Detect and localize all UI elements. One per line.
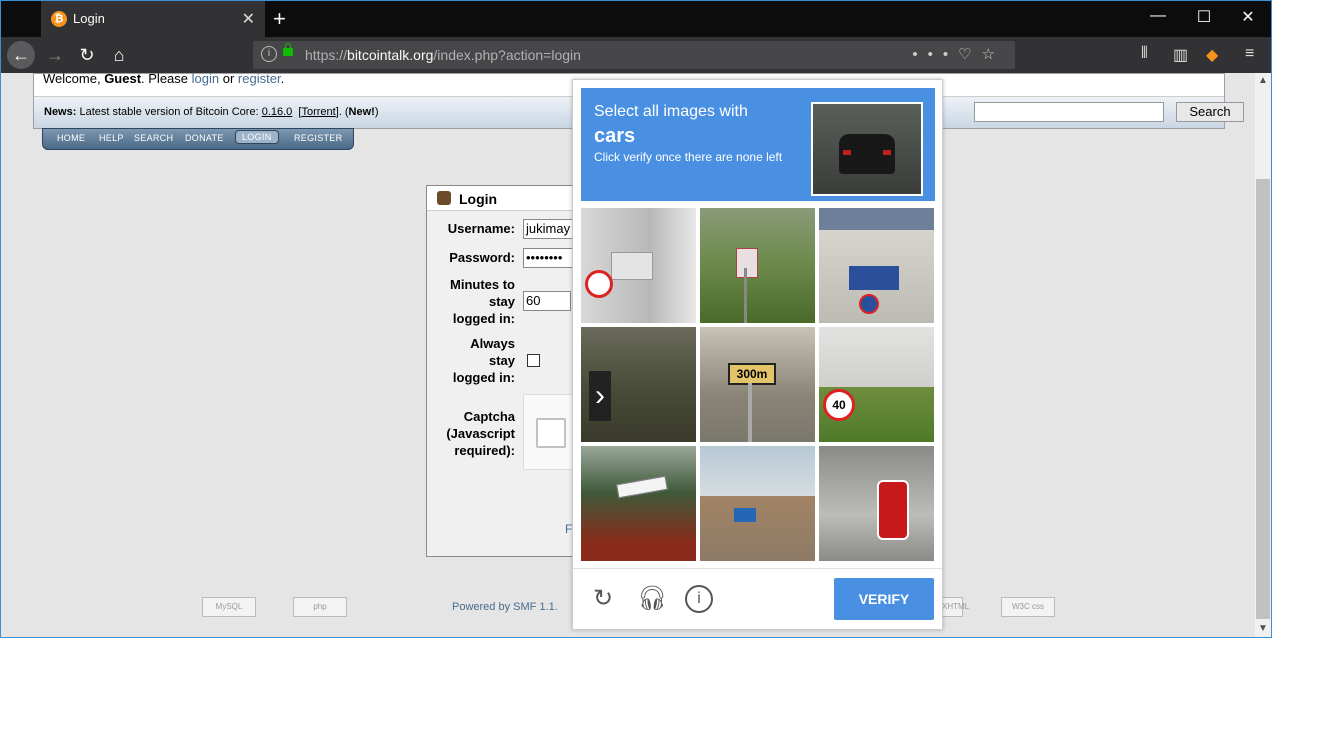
forward-icon[interactable]: → bbox=[41, 41, 69, 69]
always-label-3: logged in: bbox=[452, 370, 515, 385]
minimize-icon[interactable]: — bbox=[1135, 7, 1181, 25]
page-actions-icon[interactable]: •••♡☆ bbox=[912, 45, 1005, 63]
minutes-label-2: stay bbox=[488, 294, 515, 309]
captcha-banner: Select all images with cars Click verify… bbox=[581, 88, 935, 201]
always-stay-checkbox[interactable] bbox=[527, 354, 540, 367]
captcha-hint: Click verify once there are none left bbox=[594, 150, 783, 164]
library-icon[interactable]: ⫴ bbox=[1141, 45, 1148, 63]
nav-toolbar: ← → ↻ ⌂ i https://bitcointalk.org/index.… bbox=[1, 37, 1271, 73]
search-button[interactable]: Search bbox=[1176, 102, 1244, 122]
verify-button[interactable]: VERIFY bbox=[834, 578, 934, 620]
tab-title: Login bbox=[73, 11, 105, 26]
captcha-target: cars bbox=[594, 125, 636, 147]
menu-search[interactable]: SEARCH bbox=[134, 133, 173, 143]
captcha-instruction: Select all images with bbox=[594, 103, 748, 120]
tail-light bbox=[843, 150, 851, 155]
login-form: Login Username: jukimay Password: ••••••… bbox=[426, 185, 589, 557]
login-header: Login bbox=[427, 186, 587, 211]
captcha-challenge: Select all images with cars Click verify… bbox=[572, 79, 943, 630]
page-scrollbar[interactable]: ▲ ▼ bbox=[1255, 73, 1271, 637]
captcha-tile-8[interactable] bbox=[700, 446, 815, 561]
captcha-checkbox[interactable] bbox=[536, 418, 566, 448]
tail-light bbox=[883, 150, 891, 155]
tab-bar: ₿ Login ✕ + — ☐ ✕ bbox=[1, 1, 1271, 37]
no-entry-sign bbox=[585, 270, 613, 298]
scroll-thumb[interactable] bbox=[1256, 179, 1270, 619]
new-tab-icon[interactable]: + bbox=[273, 6, 286, 32]
url-text[interactable]: https://bitcointalk.org/index.php?action… bbox=[305, 47, 581, 63]
captcha-grid: › 300m 40 bbox=[581, 208, 935, 562]
login-link[interactable]: login bbox=[192, 71, 219, 86]
minutes-label-1: Minutes to bbox=[450, 277, 515, 292]
user-icon bbox=[437, 191, 451, 205]
scroll-down-icon[interactable]: ▼ bbox=[1255, 621, 1271, 637]
forum-menu: HOME HELP SEARCH DONATE LOGIN REGISTER bbox=[42, 128, 354, 150]
reload-page-icon[interactable]: ↻ bbox=[73, 41, 101, 69]
always-label-1: Always bbox=[470, 336, 515, 351]
captcha-tile-1[interactable] bbox=[581, 208, 696, 323]
powered-by-text: Powered by SMF 1.1. bbox=[452, 601, 558, 613]
do-not-enter-sign bbox=[877, 480, 909, 540]
menu-login[interactable]: LOGIN bbox=[235, 130, 279, 144]
login-title: Login bbox=[459, 191, 498, 207]
info-icon[interactable]: i bbox=[685, 585, 713, 613]
bitcoin-icon: ₿ bbox=[51, 11, 67, 27]
reload-icon[interactable]: ↻ bbox=[589, 585, 617, 613]
sample-car-image bbox=[811, 102, 923, 196]
captcha-tile-7[interactable] bbox=[581, 446, 696, 561]
captcha-label-2: (Javascript bbox=[446, 426, 515, 441]
home-icon[interactable]: ⌂ bbox=[105, 41, 133, 69]
username-label: Username: bbox=[447, 221, 515, 236]
maximize-icon[interactable]: ☐ bbox=[1181, 7, 1227, 27]
headphones-icon[interactable]: 🎧︎ bbox=[637, 585, 667, 613]
captcha-tile-2[interactable] bbox=[700, 208, 815, 323]
always-label-2: stay bbox=[488, 353, 515, 368]
xhtml-badge[interactable]: XHTML bbox=[941, 597, 969, 617]
captcha-tile-9[interactable] bbox=[819, 446, 934, 561]
site-info-icon[interactable]: i bbox=[261, 46, 277, 62]
window-close-icon[interactable]: ✕ bbox=[1225, 7, 1271, 27]
minutes-field[interactable]: 60 bbox=[523, 291, 571, 311]
search-input[interactable] bbox=[974, 102, 1164, 122]
captcha-label-1: Captcha bbox=[463, 409, 515, 424]
menu-register[interactable]: REGISTER bbox=[294, 133, 342, 143]
menu-home[interactable]: HOME bbox=[57, 133, 85, 143]
captcha-label-3: required): bbox=[454, 443, 515, 458]
tab-login[interactable]: ₿ Login ✕ bbox=[41, 1, 265, 37]
php-badge[interactable]: php bbox=[293, 597, 347, 617]
sidebar-icon[interactable]: ▥ bbox=[1173, 45, 1188, 65]
captcha-tile-4[interactable]: › bbox=[581, 327, 696, 442]
welcome-text: Welcome, Guest. Please login or register… bbox=[43, 71, 285, 86]
version-link[interactable]: 0.16.0 bbox=[262, 106, 293, 118]
captcha-tile-5[interactable]: 300m bbox=[700, 327, 815, 442]
extension-icon[interactable]: ◆ bbox=[1206, 45, 1218, 65]
menu-donate[interactable]: DONATE bbox=[185, 133, 224, 143]
mysql-badge[interactable]: MySQL bbox=[202, 597, 256, 617]
url-bar[interactable]: i https://bitcointalk.org/index.php?acti… bbox=[253, 41, 1015, 69]
register-link[interactable]: register bbox=[238, 71, 281, 86]
captcha-tile-6[interactable]: 40 bbox=[819, 327, 934, 442]
menu-icon[interactable]: ≡ bbox=[1245, 45, 1254, 63]
menu-help[interactable]: HELP bbox=[99, 133, 124, 143]
minutes-label-3: logged in: bbox=[452, 311, 515, 326]
scroll-up-icon[interactable]: ▲ bbox=[1255, 73, 1271, 89]
w3c-css-badge[interactable]: W3C css bbox=[1001, 597, 1055, 617]
footer-divider bbox=[573, 568, 942, 569]
torrent-link[interactable]: Torrent bbox=[301, 106, 335, 118]
close-tab-icon[interactable]: ✕ bbox=[242, 9, 255, 29]
captcha-tile-3[interactable] bbox=[819, 208, 934, 323]
back-icon[interactable]: ← bbox=[7, 41, 35, 69]
password-label: Password: bbox=[449, 250, 515, 265]
lock-icon bbox=[283, 43, 293, 56]
